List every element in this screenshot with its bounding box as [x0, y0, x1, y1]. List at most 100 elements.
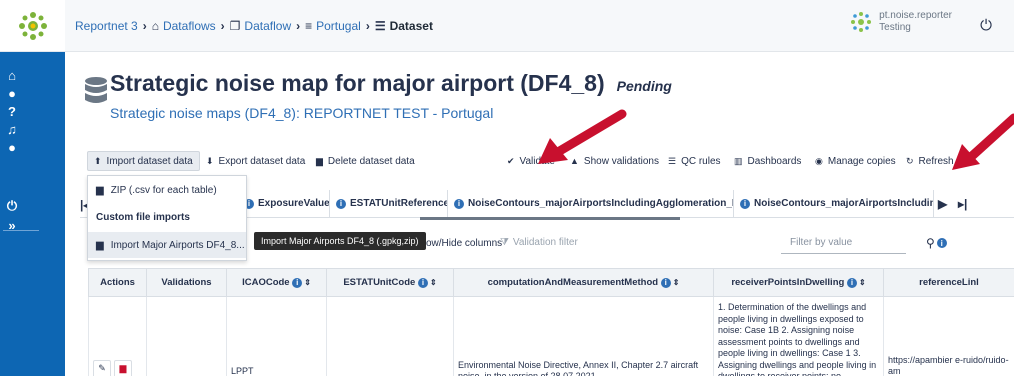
breadcrumb-reportnet[interactable]: Reportnet 3 [75, 19, 138, 33]
import-dataset-button[interactable]: ⬆ Import dataset data [87, 151, 200, 171]
column-header-referencelink[interactable]: referenceLinl [883, 268, 1014, 297]
tab-scrollbar[interactable] [420, 217, 680, 220]
breadcrumb: Reportnet 3 › ⌂ Dataflows › ❐ Dataflow › ≡… [75, 19, 433, 33]
column-header-estatunitcode[interactable]: ESTATUnitCode i ⇕ [326, 268, 454, 297]
list-icon: ☰ [668, 155, 677, 166]
chevron-right-icon: › [365, 19, 370, 33]
column-label: receiverPointsInDwelling [731, 277, 845, 288]
breadcrumb-label: Dataflow [244, 19, 292, 33]
breadcrumb-dataset: ☰ Dataset [375, 19, 433, 33]
power-icon[interactable]: ⏻ [0, 198, 24, 214]
expand-sidebar-icon[interactable]: » [0, 218, 24, 233]
breadcrumb-dataflow[interactable]: ❐ Dataflow [230, 19, 291, 33]
sort-icon[interactable]: ⇕ [673, 278, 680, 287]
info-icon: i [740, 198, 750, 209]
sort-icon[interactable]: ⇕ [304, 278, 311, 287]
sort-icon[interactable]: ⇕ [859, 278, 866, 287]
breadcrumb-label: Dataflows [162, 19, 216, 33]
delete-dataset-button[interactable]: ▆ Delete dataset data [310, 151, 421, 171]
qc-rules-button[interactable]: ☰ QC rules [662, 151, 727, 171]
user-circle-icon[interactable]: ● [0, 86, 24, 101]
estatunitcode-cell [326, 296, 454, 376]
info-icon: i [454, 198, 464, 209]
chevron-right-icon: › [296, 19, 301, 33]
button-label: QC rules [681, 155, 721, 167]
info-icon: i [336, 198, 346, 209]
pencil-icon: ✎ [98, 362, 106, 373]
breadcrumb-label: Portugal [316, 19, 361, 33]
validation-filter-button[interactable]: ⧩ Validation filter [500, 237, 578, 248]
refresh-icon: ↻ [906, 155, 914, 166]
breadcrumb-dataflows[interactable]: ⌂ Dataflows [152, 19, 216, 33]
info-icon: i [417, 277, 428, 288]
edit-row-button[interactable]: ✎ [93, 359, 111, 376]
breadcrumb-label: Reportnet 3 [75, 19, 138, 33]
upload-icon: ⬆ [94, 155, 102, 166]
info-icon: i [846, 277, 857, 288]
referencelink-cell: https://apambier e-ruido/ruido-am [883, 296, 1014, 376]
sort-icon[interactable]: ⇕ [430, 278, 437, 287]
database-icon: ☰ [374, 19, 386, 33]
annotation-arrow-refresh-icon [952, 113, 1014, 170]
info-icon: i [292, 277, 303, 288]
bell-icon[interactable]: ♫ [0, 122, 24, 137]
top-bar: Reportnet 3 › ⌂ Dataflows › ❐ Dataflow › ≡… [65, 0, 1014, 52]
export-dataset-button[interactable]: ⬇ Export dataset data [200, 151, 311, 171]
database-icon [85, 77, 107, 103]
button-label: Dashboards [747, 155, 802, 167]
bar-chart-icon: ▥ [734, 155, 743, 166]
filter-icon: ⧩ [500, 237, 509, 248]
button-label: Delete dataset data [327, 155, 415, 167]
chevron-right-icon: › [142, 19, 147, 33]
tab-label: NoiseContours_majorAirportsIncludingAggl… [468, 198, 734, 209]
import-zip-item[interactable]: ▆ ZIP (.csv for each table) [88, 178, 246, 202]
trash-icon: ▆ [119, 362, 127, 373]
method-cell: Environmental Noise Directive, Annex II,… [453, 296, 714, 376]
data-table: Actions Validations ICAOCode i ⇕ ESTATUni… [88, 268, 1014, 376]
filter-by-value-input[interactable] [781, 232, 906, 254]
table-header-row: Actions Validations ICAOCode i ⇕ ESTATUni… [88, 268, 1014, 297]
custom-imports-header: Custom file imports [96, 211, 190, 223]
home-icon[interactable]: ⌂ [0, 68, 24, 83]
tab-estatunitreference[interactable]: i ESTATUnitReference [330, 190, 448, 217]
last-tab-icon[interactable]: ▸| [958, 197, 967, 211]
next-tab-icon[interactable]: ▶ [938, 197, 947, 211]
copies-icon: ◉ [815, 155, 823, 166]
column-header-validations: Validations [146, 268, 227, 297]
import-tooltip: Import Major Airports DF4_8 (.gpkg,zip) [254, 232, 426, 250]
cell-text: https://apambier e-ruido/ruido-am [888, 354, 1009, 376]
app-logo[interactable] [0, 0, 65, 52]
tab-noisecontours-lden[interactable]: i NoiseContours_majorAirportsIncludingAgg… [448, 190, 734, 217]
chat-icon[interactable]: ● [0, 140, 24, 155]
column-header-receiverpoints[interactable]: receiverPointsInDwelling i ⇕ [713, 268, 884, 297]
column-header-method[interactable]: computationAndMeasurementMethod i ⇕ [453, 268, 714, 297]
chevron-right-icon: › [220, 19, 225, 33]
breadcrumb-portugal[interactable]: ≡ Portugal [305, 19, 361, 33]
icaocode-cell: LPPT [226, 296, 327, 376]
tab-noisecontours-ag[interactable]: i NoiseContours_majorAirportsIncludingAg [734, 190, 934, 217]
dataset-subtitle-link[interactable]: Strategic noise maps (DF4_8): REPORTNET … [110, 105, 493, 121]
column-header-icaocode[interactable]: ICAOCode i ⇕ [226, 268, 327, 297]
reportnet-logo-icon [18, 11, 47, 40]
dashboards-button[interactable]: ▥ Dashboards [728, 151, 807, 171]
left-sidebar: ⌂ ● ? ♫ ● ⏻ » [0, 52, 65, 376]
user-role: Testing [879, 22, 911, 33]
show-hide-columns-button[interactable]: ow/Hide columns [426, 238, 502, 249]
tab-exposurevalue[interactable]: i ExposureValue [238, 190, 330, 217]
help-icon[interactable]: ? [0, 104, 24, 119]
delete-row-button[interactable]: ▆ [114, 359, 132, 376]
button-label: Validation filter [512, 237, 578, 248]
import-dropdown-menu: ▆ ZIP (.csv for each table) Custom file i… [87, 175, 247, 261]
menu-item-label: ZIP (.csv for each table) [110, 184, 217, 196]
user-profile[interactable]: pt.noise.reporter Testing [850, 10, 952, 34]
menu-item-label: Import Major Airports DF4_8... [110, 239, 245, 251]
file-icon: ▆ [96, 239, 104, 251]
page-title: Strategic noise map for major airport (D… [110, 70, 605, 96]
table-row[interactable]: ✎ ▆ LPPT Environmental Noise Directive, A… [88, 296, 1014, 376]
search-icon[interactable]: ⚲ i [926, 236, 947, 250]
logout-power-icon[interactable]: ⏻ [980, 17, 992, 34]
breadcrumb-label: Dataset [389, 19, 433, 33]
check-circle-icon: ✔ [507, 155, 515, 166]
manage-copies-button[interactable]: ◉ Manage copies [809, 151, 902, 171]
import-major-airports-item[interactable]: ▆ Import Major Airports DF4_8... [88, 232, 246, 258]
